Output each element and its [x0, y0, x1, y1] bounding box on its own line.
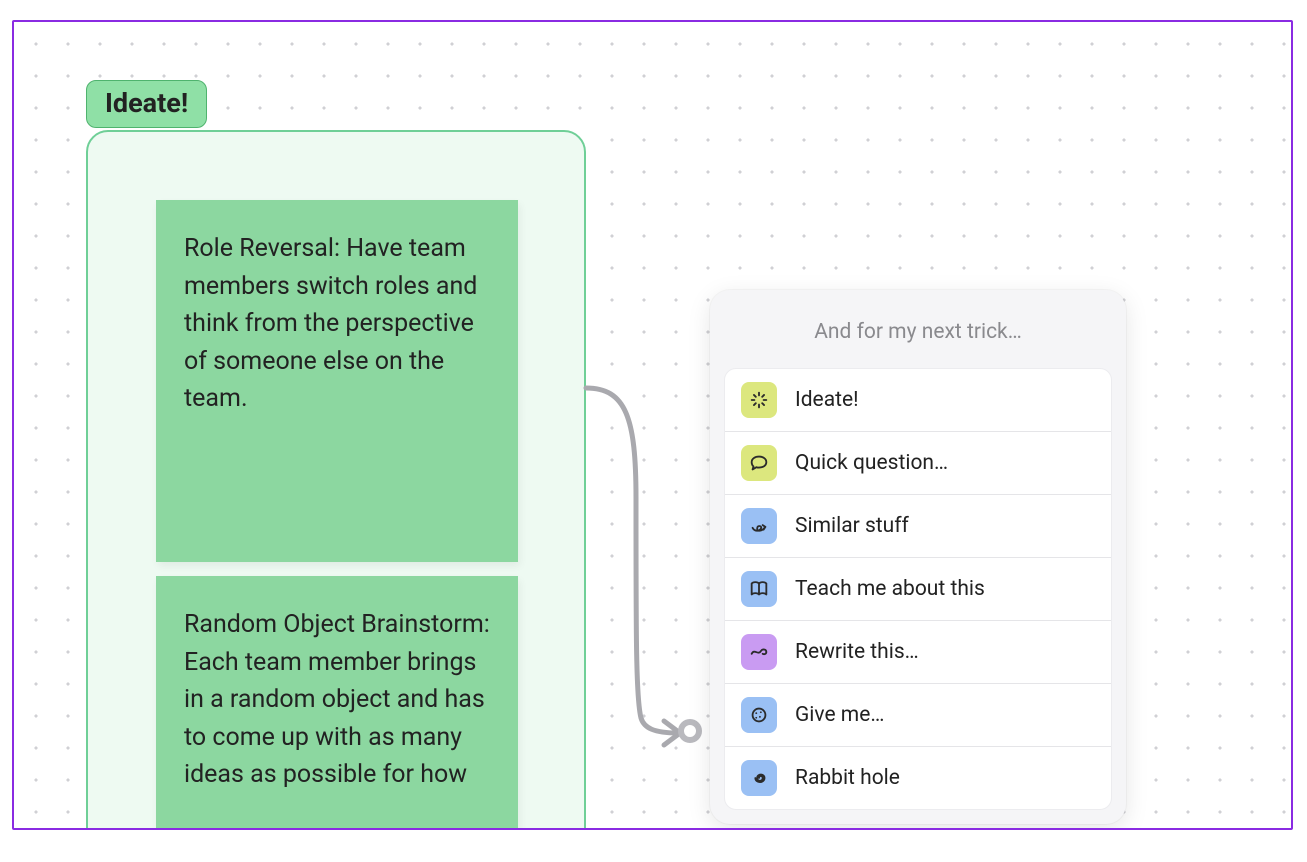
menu-item-label: Similar stuff: [795, 514, 909, 538]
menu-item-quick-question[interactable]: Quick question…: [725, 432, 1111, 495]
loop-icon: [741, 508, 777, 544]
menu-item-label: Rabbit hole: [795, 766, 900, 790]
sticky-text: Random Object Brainstorm: Each team memb…: [184, 610, 490, 789]
cookie-icon: [741, 697, 777, 733]
spark-icon: [741, 382, 777, 418]
book-icon: [741, 571, 777, 607]
menu-list: Ideate! Quick question… Similar stuff Te…: [724, 368, 1112, 810]
sticky-text: Role Reversal: Have team members switch …: [184, 234, 477, 413]
ideate-badge-label: Ideate!: [105, 87, 188, 119]
menu-item-label: Give me…: [795, 703, 884, 727]
menu-item-teach-me[interactable]: Teach me about this: [725, 558, 1111, 621]
sticky-note[interactable]: Role Reversal: Have team members switch …: [156, 200, 518, 562]
spiral-icon: [741, 760, 777, 796]
speech-icon: [741, 445, 777, 481]
menu-item-label: Teach me about this: [795, 577, 985, 601]
menu-item-similar-stuff[interactable]: Similar stuff: [725, 495, 1111, 558]
menu-item-label: Ideate!: [795, 388, 859, 412]
menu-item-label: Quick question…: [795, 451, 948, 475]
menu-title: And for my next trick…: [724, 306, 1112, 368]
menu-item-rewrite[interactable]: Rewrite this…: [725, 621, 1111, 684]
swirl-icon: [741, 634, 777, 670]
sticky-note[interactable]: Random Object Brainstorm: Each team memb…: [156, 576, 518, 830]
connector-arrow: [586, 378, 726, 758]
menu-item-ideate[interactable]: Ideate!: [725, 369, 1111, 432]
ideate-badge: Ideate!: [86, 80, 207, 128]
canvas-frame[interactable]: Ideate! Role Reversal: Have team members…: [12, 20, 1293, 830]
menu-item-give-me[interactable]: Give me…: [725, 684, 1111, 747]
connector-node-icon[interactable]: [678, 719, 702, 743]
ideate-panel[interactable]: Role Reversal: Have team members switch …: [86, 130, 586, 830]
menu-item-label: Rewrite this…: [795, 640, 919, 664]
actions-menu: And for my next trick… Ideate! Quick que…: [710, 290, 1126, 824]
menu-item-rabbit-hole[interactable]: Rabbit hole: [725, 747, 1111, 809]
